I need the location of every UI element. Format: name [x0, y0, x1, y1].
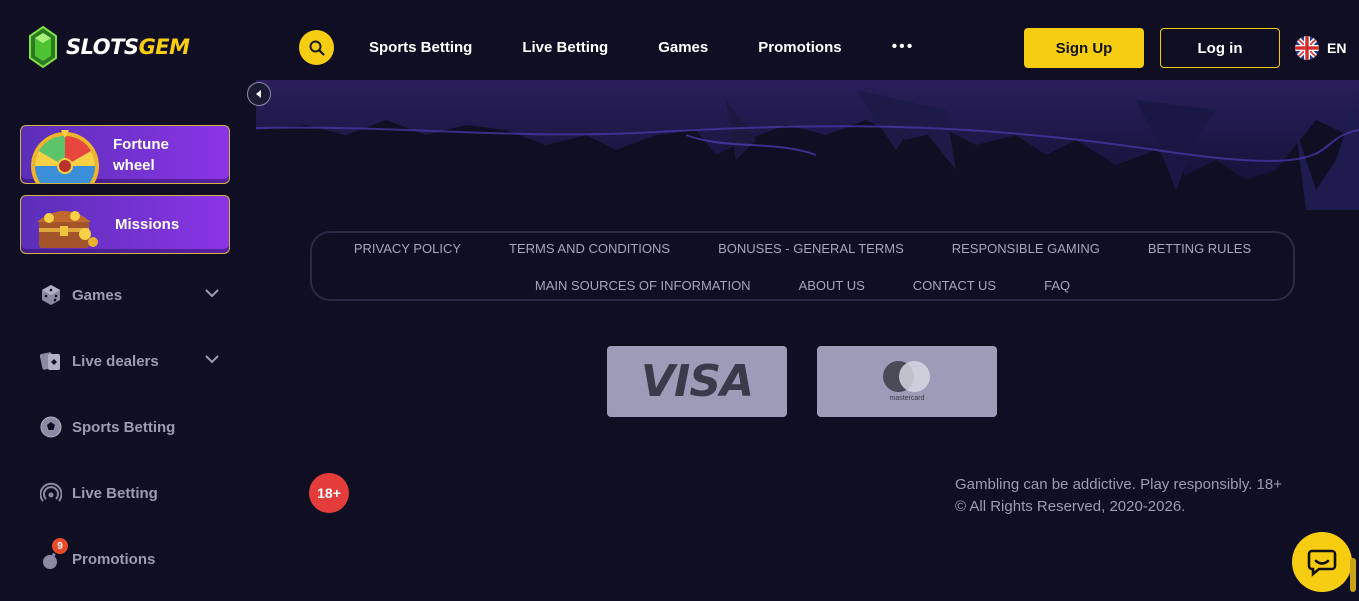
sidebar-item-label: Games — [72, 286, 123, 304]
nav-sports-betting[interactable]: Sports Betting — [369, 39, 472, 56]
logo[interactable]: SLOTSGEM — [28, 26, 190, 68]
live-chat-button[interactable] — [1292, 532, 1352, 592]
sidebar-item-sports-betting[interactable]: Sports Betting — [40, 412, 230, 442]
treasure-chest-icon — [37, 211, 98, 248]
responsible-gambling-text: Gambling can be addictive. Play responsi… — [955, 476, 1282, 493]
missions-label: Missions — [115, 216, 180, 233]
fortune-wheel-icon — [31, 130, 99, 183]
hero-banner-bottom — [256, 80, 1359, 210]
contact-us-link[interactable]: CONTACT US — [913, 278, 996, 293]
chevron-down-icon[interactable] — [204, 288, 220, 298]
signup-button[interactable]: Sign Up — [1024, 28, 1144, 68]
scrollbar-thumb[interactable] — [1350, 558, 1356, 592]
caret-left-icon — [256, 90, 261, 98]
sidebar-item-live-dealers[interactable]: Live dealers — [40, 346, 230, 376]
sidebar-item-live-betting[interactable]: Live Betting — [40, 478, 230, 508]
responsible-gaming-link[interactable]: RESPONSIBLE GAMING — [952, 241, 1100, 256]
sidebar-item-label: Live dealers — [72, 352, 159, 370]
chevron-down-icon[interactable] — [204, 354, 220, 364]
soccer-ball-icon — [40, 416, 62, 438]
promotions-count-badge: 9 — [52, 538, 68, 554]
main-nav: Sports Betting Live Betting Games Promot… — [369, 38, 914, 56]
top-header: SLOTSGEM Sports Betting Live Betting Gam… — [0, 0, 1359, 80]
language-code: EN — [1327, 40, 1347, 56]
betting-rules-link[interactable]: BETTING RULES — [1148, 241, 1251, 256]
footer-links-box: PRIVACY POLICY TERMS AND CONDITIONS BONU… — [310, 231, 1295, 301]
footer-links-row: MAIN SOURCES OF INFORMATION ABOUT US CON… — [312, 278, 1293, 293]
missions-card[interactable]: Missions — [20, 195, 230, 254]
sidebar-collapse-button[interactable] — [247, 82, 271, 106]
sidebar-item-games[interactable]: Games — [40, 280, 230, 310]
fortune-wheel-label: Fortune wheel — [113, 136, 169, 174]
disclaimer: Gambling can be addictive. Play responsi… — [955, 474, 1315, 518]
gem-icon — [29, 26, 57, 68]
copyright-text: © All Rights Reserved, 2020-2026. — [955, 498, 1186, 515]
nav-live-betting[interactable]: Live Betting — [522, 39, 608, 56]
search-icon — [309, 40, 325, 56]
broadcast-icon — [40, 482, 62, 504]
bonus-terms-link[interactable]: BONUSES - GENERAL TERMS — [718, 241, 904, 256]
uk-flag-icon — [1295, 36, 1319, 60]
banner-artwork — [256, 80, 1359, 210]
mastercard-logo: mastercard — [817, 346, 997, 417]
fortune-wheel-card[interactable]: Fortune wheel — [20, 125, 230, 184]
dice-icon — [40, 284, 62, 306]
sources-link[interactable]: MAIN SOURCES OF INFORMATION — [535, 278, 751, 293]
footer-links-row: PRIVACY POLICY TERMS AND CONDITIONS BONU… — [312, 241, 1293, 256]
cards-icon — [40, 350, 62, 372]
bomb-icon: 9 — [40, 538, 68, 570]
nav-games[interactable]: Games — [658, 39, 708, 56]
login-button[interactable]: Log in — [1160, 28, 1280, 68]
more-menu-button[interactable]: ••• — [892, 38, 915, 56]
about-us-link[interactable]: ABOUT US — [799, 278, 865, 293]
sidebar-item-label: Live Betting — [72, 484, 158, 502]
mastercard-icon — [882, 361, 932, 393]
faq-link[interactable]: FAQ — [1044, 278, 1070, 293]
sidebar-item-label: Promotions — [72, 550, 156, 568]
privacy-policy-link[interactable]: PRIVACY POLICY — [354, 241, 461, 256]
visa-logo: VISA — [607, 346, 787, 417]
sidebar-item-promotions[interactable]: 9 Promotions — [40, 538, 230, 574]
search-button[interactable] — [299, 30, 334, 65]
logo-text: SLOTSGEM — [66, 35, 190, 59]
sidebar-item-label: Sports Betting — [72, 418, 176, 436]
nav-promotions[interactable]: Promotions — [758, 39, 841, 56]
chat-bubble-icon — [1307, 549, 1337, 577]
age-restriction-badge: 18+ — [309, 473, 349, 513]
language-selector[interactable]: EN — [1295, 36, 1346, 60]
terms-link[interactable]: TERMS AND CONDITIONS — [509, 241, 670, 256]
